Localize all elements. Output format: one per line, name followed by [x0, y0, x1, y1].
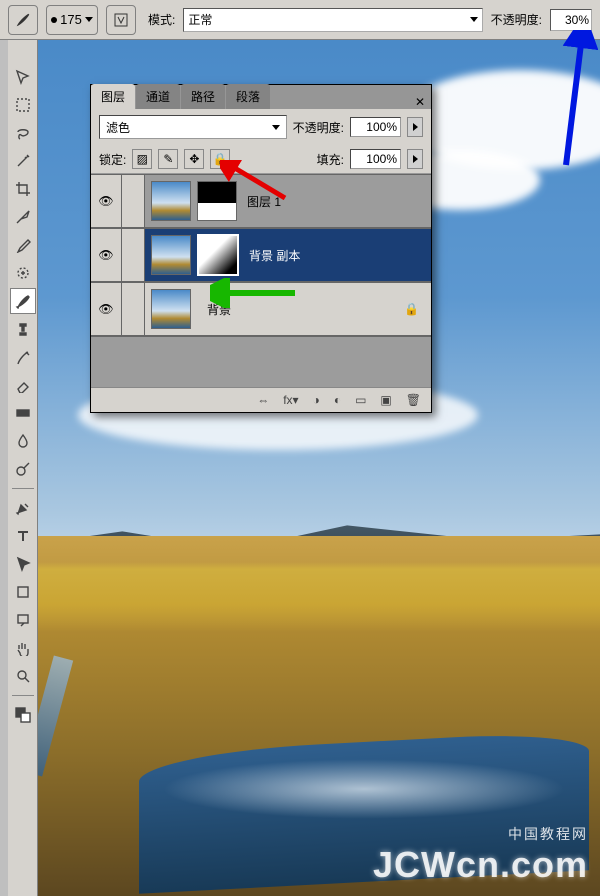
layer-mask-thumbnail[interactable] — [197, 234, 239, 276]
tool-wand[interactable] — [10, 148, 36, 174]
link-cell[interactable] — [122, 175, 145, 227]
lock-all-icon[interactable]: 🔒 — [210, 149, 230, 169]
adjustment-layer-icon[interactable]: ◐ — [334, 393, 341, 407]
opacity-label: 不透明度: — [491, 11, 542, 28]
layer-row[interactable]: 👁 图层 1 — [91, 174, 431, 228]
link-cell[interactable] — [122, 283, 145, 335]
tool-slice[interactable] — [10, 204, 36, 230]
layer-name: 背景 — [207, 301, 231, 318]
layers-panel: 图层 通道 路径 段落 ✕ 滤色 不透明度: 100% 锁定: ▨ ✎ ✥ 🔒 … — [90, 84, 432, 413]
opacity-input[interactable]: 30% — [550, 9, 592, 31]
layers-list: 👁 图层 1 👁 背景 副本 👁 背景 🔒 — [91, 174, 431, 387]
tool-stamp[interactable] — [10, 316, 36, 342]
options-bar: 175 模式: 正常 不透明度: 30% — [0, 0, 600, 40]
tool-hand[interactable] — [10, 635, 36, 661]
layer-opacity-label: 不透明度: — [293, 119, 344, 136]
tool-move[interactable] — [10, 64, 36, 90]
lock-label: 锁定: — [99, 151, 126, 168]
lock-transparency-icon[interactable]: ▨ — [132, 149, 152, 169]
link-layers-icon[interactable]: ⇔ — [257, 393, 269, 407]
layer-thumbnail[interactable] — [151, 289, 191, 329]
layer-thumbnail[interactable] — [151, 181, 191, 221]
panel-tab-strip: 图层 通道 路径 段落 ✕ — [91, 85, 431, 109]
visibility-toggle[interactable]: 👁 — [91, 175, 122, 227]
tool-crop[interactable] — [10, 176, 36, 202]
tool-indicator-brush[interactable] — [8, 5, 38, 35]
tool-gradient[interactable] — [10, 400, 36, 426]
layer-name: 图层 1 — [247, 193, 281, 210]
delete-layer-icon[interactable]: 🗑 — [406, 393, 421, 407]
brush-panel-toggle-icon[interactable] — [106, 5, 136, 35]
mode-label: 模式: — [148, 11, 175, 28]
watermark: 中国教程网 JCWcn.com — [373, 824, 588, 886]
photo-treeline — [38, 562, 600, 632]
lock-pixels-icon[interactable]: ✎ — [158, 149, 178, 169]
visibility-toggle[interactable]: 👁 — [91, 229, 122, 281]
tool-pen[interactable] — [10, 495, 36, 521]
fill-flyout[interactable] — [407, 149, 423, 169]
tab-paths[interactable]: 路径 — [181, 84, 225, 109]
layer-row[interactable]: 👁 背景 🔒 — [91, 282, 431, 336]
link-cell[interactable] — [122, 229, 145, 281]
layer-opacity-flyout[interactable] — [407, 117, 423, 137]
tools-toolbar — [8, 40, 38, 896]
tool-notes[interactable] — [10, 607, 36, 633]
layer-blend-mode-select[interactable]: 滤色 — [99, 115, 287, 139]
lock-position-icon[interactable]: ✥ — [184, 149, 204, 169]
layer-row[interactable]: 👁 背景 副本 — [91, 228, 431, 282]
tool-eyedropper[interactable] — [10, 232, 36, 258]
tool-zoom[interactable] — [10, 663, 36, 689]
brush-preset-picker[interactable]: 175 — [46, 5, 98, 35]
tab-layers[interactable]: 图层 — [91, 84, 135, 109]
layer-thumbnail[interactable] — [151, 235, 191, 275]
tool-dodge[interactable] — [10, 456, 36, 482]
tool-blur[interactable] — [10, 428, 36, 454]
tool-lasso[interactable] — [10, 120, 36, 146]
layer-style-icon[interactable]: fx▾ — [283, 393, 298, 407]
fill-label: 填充: — [317, 151, 344, 168]
tool-path-select[interactable] — [10, 551, 36, 577]
lock-icon: 🔒 — [404, 302, 419, 316]
photo-lake-reflection — [162, 759, 567, 819]
panel-close-icon[interactable]: ✕ — [415, 95, 425, 109]
tool-shape[interactable] — [10, 579, 36, 605]
add-mask-icon[interactable]: ◑ — [313, 393, 320, 407]
layer-mask-thumbnail[interactable] — [197, 181, 237, 221]
layer-name: 背景 副本 — [249, 247, 300, 264]
fill-input[interactable]: 100% — [350, 149, 401, 169]
tool-history-brush[interactable] — [10, 344, 36, 370]
color-swatch-fg-bg[interactable] — [10, 702, 36, 728]
brush-size-value: 175 — [60, 12, 82, 27]
tab-paragraph[interactable]: 段落 — [226, 84, 270, 109]
tool-type[interactable] — [10, 523, 36, 549]
tool-brush[interactable] — [10, 288, 36, 314]
new-layer-icon[interactable]: ▣ — [380, 393, 391, 407]
layer-opacity-input[interactable]: 100% — [350, 117, 401, 137]
new-group-icon[interactable]: ▭ — [355, 393, 366, 407]
tool-marquee[interactable] — [10, 92, 36, 118]
tab-channels[interactable]: 通道 — [136, 84, 180, 109]
tool-eraser[interactable] — [10, 372, 36, 398]
layers-bottom-bar: ⇔ fx▾ ◑ ◐ ▭ ▣ 🗑 — [91, 387, 431, 412]
tool-heal[interactable] — [10, 260, 36, 286]
visibility-toggle[interactable]: 👁 — [91, 283, 122, 335]
blend-mode-select[interactable]: 正常 — [183, 8, 482, 32]
blend-mode-value: 正常 — [188, 11, 212, 28]
